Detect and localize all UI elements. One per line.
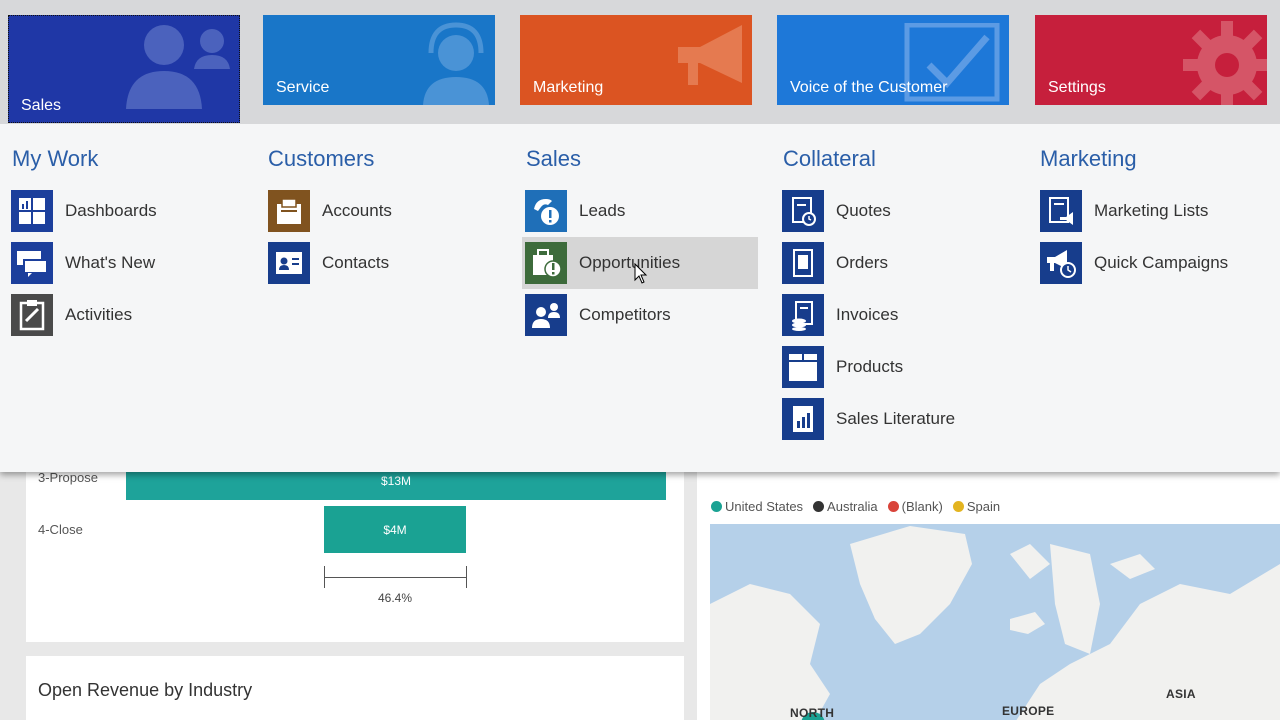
legend-dot bbox=[888, 501, 899, 512]
legend-dot bbox=[813, 501, 824, 512]
campaign-icon bbox=[1040, 242, 1082, 284]
nav-item-orders[interactable]: Orders bbox=[782, 237, 1018, 289]
legend-item[interactable]: Australia bbox=[813, 499, 878, 514]
nav-item-label: Sales Literature bbox=[836, 409, 955, 429]
nav-item-label: Marketing Lists bbox=[1094, 201, 1208, 221]
tile-voice-of-customer[interactable]: Voice of the Customer bbox=[777, 15, 1009, 105]
megaphone-icon bbox=[670, 21, 750, 91]
legend-item[interactable]: United States bbox=[711, 499, 803, 514]
group-title: Marketing bbox=[1040, 146, 1280, 174]
nav-item-quick-campaigns[interactable]: Quick Campaigns bbox=[1040, 237, 1276, 289]
nav-item-label: Activities bbox=[65, 305, 132, 325]
world-map[interactable]: NORTH EUROPE ASIA bbox=[710, 524, 1280, 720]
nav-item-contacts[interactable]: Contacts bbox=[268, 237, 504, 289]
area-tile-strip: Sales Service Marketing Voice of the Cus… bbox=[0, 0, 1280, 124]
dashboard-icon bbox=[11, 190, 53, 232]
legend-item[interactable]: (Blank) bbox=[888, 499, 943, 514]
nav-item-leads[interactable]: Leads bbox=[525, 185, 761, 237]
stage-label-close: 4-Close bbox=[38, 522, 83, 537]
nav-item-label: Orders bbox=[836, 253, 888, 273]
nav-item-sales-literature[interactable]: Sales Literature bbox=[782, 393, 1018, 445]
legend-dot bbox=[711, 501, 722, 512]
mouse-cursor-icon bbox=[634, 263, 648, 285]
building-icon bbox=[268, 190, 310, 232]
map-legend: United States Australia (Blank) Spain bbox=[711, 499, 1000, 514]
nav-item-label: Quick Campaigns bbox=[1094, 253, 1228, 273]
group-collateral: Collateral bbox=[783, 146, 1023, 174]
group-title: Customers bbox=[268, 146, 508, 174]
order-doc-icon bbox=[782, 242, 824, 284]
tile-sales[interactable]: Sales bbox=[8, 15, 240, 123]
conversion-rate: 46.4% bbox=[324, 591, 466, 605]
group-my-work: My Work bbox=[12, 146, 252, 174]
contact-card-icon bbox=[268, 242, 310, 284]
funnel-value-propose: $13M bbox=[381, 474, 411, 488]
map-label-north: NORTH bbox=[790, 706, 834, 720]
nav-item-products[interactable]: Products bbox=[782, 341, 1018, 393]
stage-label-propose: 3-Propose bbox=[38, 470, 98, 485]
map-label-asia: ASIA bbox=[1166, 687, 1196, 701]
legend-label: Spain bbox=[967, 499, 1000, 514]
tile-label: Service bbox=[276, 79, 329, 97]
opportunity-icon bbox=[525, 242, 567, 284]
tile-service[interactable]: Service bbox=[263, 15, 495, 105]
nav-item-invoices[interactable]: Invoices bbox=[782, 289, 1018, 341]
nav-item-label: Opportunities bbox=[579, 253, 680, 273]
funnel-bar-close[interactable]: $4M bbox=[324, 506, 466, 553]
gear-icon bbox=[1179, 17, 1267, 105]
nav-item-competitors[interactable]: Competitors bbox=[525, 289, 761, 341]
marketing-list-icon bbox=[1040, 190, 1082, 232]
map-panel: United States Australia (Blank) Spain NO… bbox=[697, 440, 1280, 720]
quote-doc-icon bbox=[782, 190, 824, 232]
group-title: My Work bbox=[12, 146, 252, 174]
panel-title: Open Revenue by Industry bbox=[38, 680, 252, 701]
nav-item-label: Quotes bbox=[836, 201, 891, 221]
nav-item-marketing-lists[interactable]: Marketing Lists bbox=[1040, 185, 1276, 237]
conversion-line bbox=[324, 577, 466, 578]
legend-item[interactable]: Spain bbox=[953, 499, 1000, 514]
nav-item-label: Products bbox=[836, 357, 903, 377]
conversion-tick-right bbox=[466, 566, 467, 588]
competitors-icon bbox=[525, 294, 567, 336]
open-revenue-panel: Open Revenue by Industry bbox=[26, 656, 684, 720]
tile-label: Marketing bbox=[533, 79, 603, 97]
nav-item-quotes[interactable]: Quotes bbox=[782, 185, 1018, 237]
clipboard-icon bbox=[11, 294, 53, 336]
nav-item-label: Accounts bbox=[322, 201, 392, 221]
group-customers: Customers bbox=[268, 146, 508, 174]
legend-label: (Blank) bbox=[902, 499, 943, 514]
funnel-value-close: $4M bbox=[383, 523, 406, 537]
invoice-icon bbox=[782, 294, 824, 336]
product-box-icon bbox=[782, 346, 824, 388]
group-sales: Sales bbox=[526, 146, 766, 174]
nav-item-activities[interactable]: Activities bbox=[11, 289, 247, 341]
legend-label: United States bbox=[725, 499, 803, 514]
chat-icon bbox=[11, 242, 53, 284]
group-marketing: Marketing bbox=[1040, 146, 1280, 174]
sitemap-flyout: Sales Service Marketing Voice of the Cus… bbox=[0, 0, 1280, 472]
legend-dot bbox=[953, 501, 964, 512]
tile-label: Sales bbox=[21, 97, 61, 115]
nav-item-label: Dashboards bbox=[65, 201, 157, 221]
literature-icon bbox=[782, 398, 824, 440]
map-label-europe: EUROPE bbox=[1002, 704, 1054, 718]
legend-label: Australia bbox=[827, 499, 878, 514]
people-icon bbox=[124, 17, 240, 109]
phone-alert-icon bbox=[525, 190, 567, 232]
nav-item-label: Leads bbox=[579, 201, 625, 221]
nav-item-dashboards[interactable]: Dashboards bbox=[11, 185, 247, 237]
nav-item-label: Competitors bbox=[579, 305, 671, 325]
nav-item-accounts[interactable]: Accounts bbox=[268, 185, 504, 237]
tile-settings[interactable]: Settings bbox=[1035, 15, 1267, 105]
nav-item-label: What's New bbox=[65, 253, 155, 273]
group-title: Sales bbox=[526, 146, 766, 174]
headset-icon bbox=[421, 19, 491, 105]
tile-label: Settings bbox=[1048, 79, 1106, 97]
tile-label: Voice of the Customer bbox=[790, 79, 947, 97]
nav-item-label: Contacts bbox=[322, 253, 389, 273]
group-title: Collateral bbox=[783, 146, 1023, 174]
nav-item-label: Invoices bbox=[836, 305, 898, 325]
nav-item-whats-new[interactable]: What's New bbox=[11, 237, 247, 289]
tile-marketing[interactable]: Marketing bbox=[520, 15, 752, 105]
